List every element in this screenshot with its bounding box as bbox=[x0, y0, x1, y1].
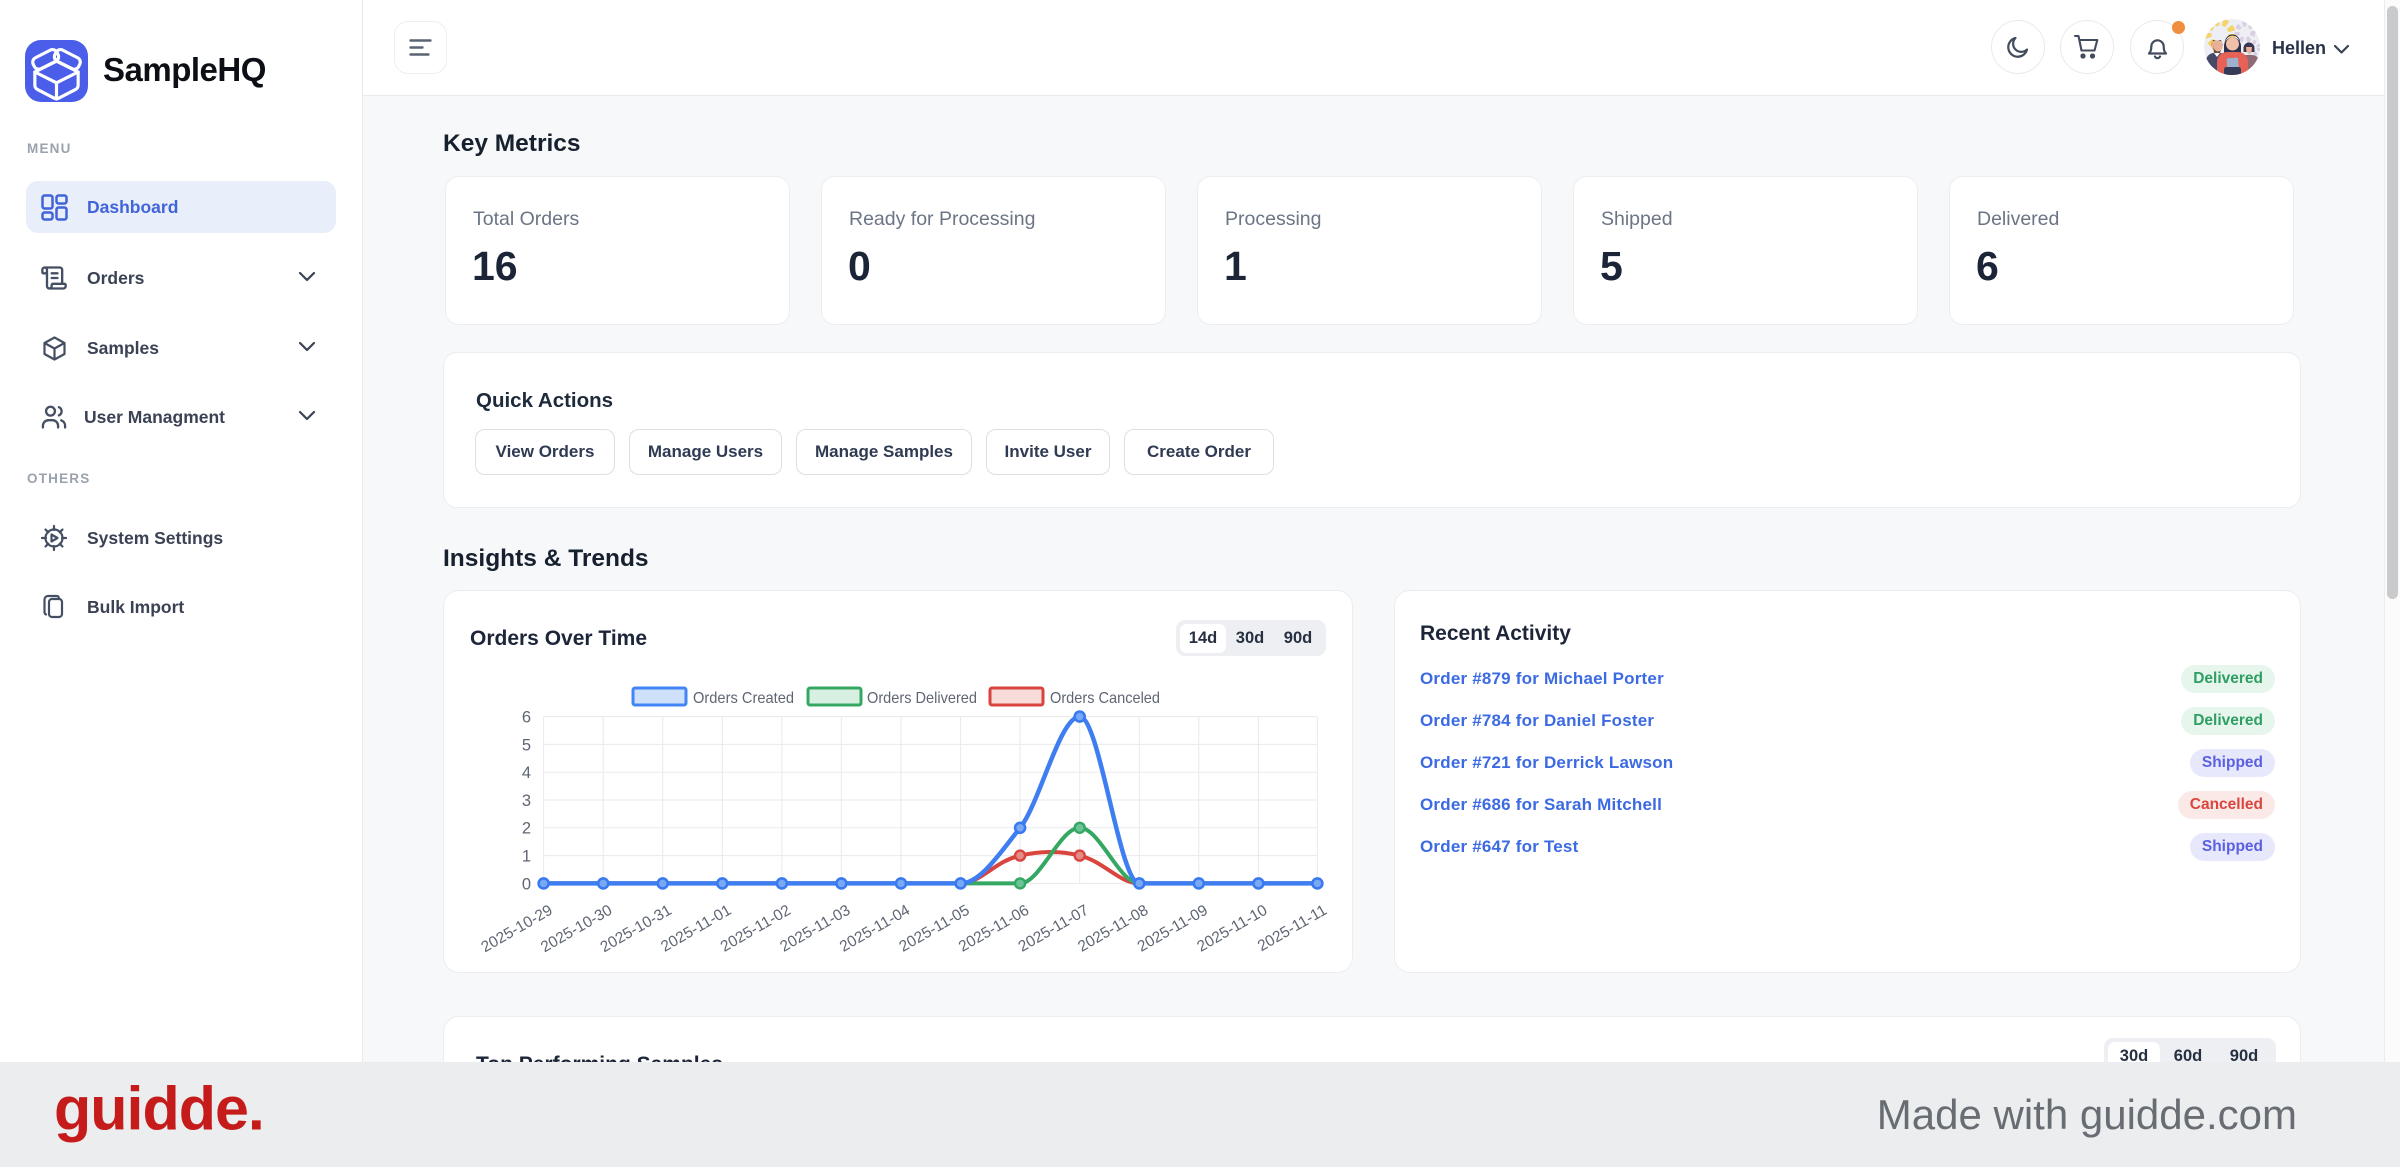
svg-text:1: 1 bbox=[522, 848, 531, 866]
svg-text:2: 2 bbox=[522, 820, 531, 838]
svg-text:5: 5 bbox=[522, 736, 531, 754]
svg-text:0: 0 bbox=[522, 875, 531, 893]
svg-text:Orders Created: Orders Created bbox=[693, 690, 794, 707]
svg-text:Orders Delivered: Orders Delivered bbox=[867, 690, 977, 707]
svg-text:Orders Canceled: Orders Canceled bbox=[1050, 690, 1160, 707]
svg-text:6: 6 bbox=[522, 709, 531, 727]
svg-text:3: 3 bbox=[522, 792, 531, 810]
svg-text:4: 4 bbox=[522, 764, 531, 782]
